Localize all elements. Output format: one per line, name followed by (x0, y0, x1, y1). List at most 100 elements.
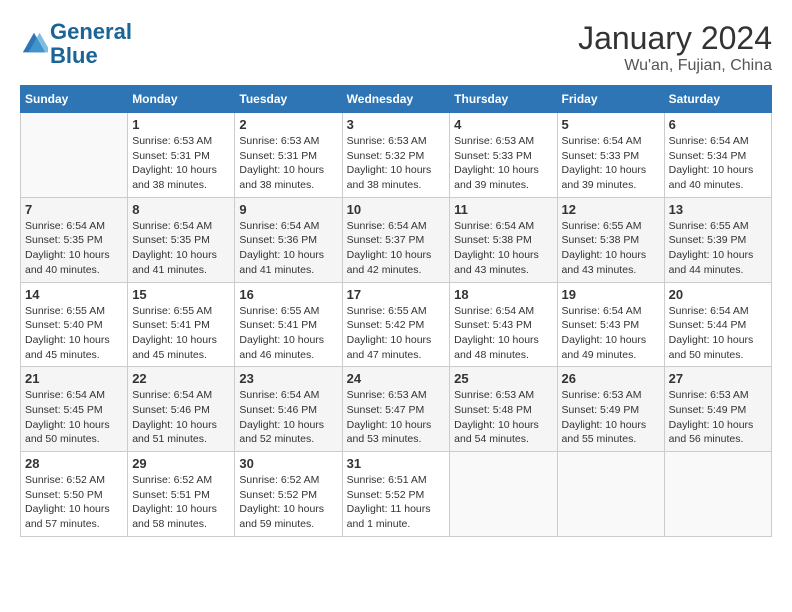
day-number: 27 (669, 371, 767, 386)
calendar-cell: 31 Sunrise: 6:51 AM Sunset: 5:52 PM Dayli… (342, 452, 450, 537)
calendar-cell: 30 Sunrise: 6:52 AM Sunset: 5:52 PM Dayli… (235, 452, 342, 537)
day-info: Sunrise: 6:55 AM Sunset: 5:41 PM Dayligh… (132, 304, 230, 363)
title-block: January 2024 Wu'an, Fujian, China (578, 20, 772, 75)
day-info: Sunrise: 6:53 AM Sunset: 5:48 PM Dayligh… (454, 388, 552, 447)
calendar-cell: 8 Sunrise: 6:54 AM Sunset: 5:35 PM Daylig… (128, 197, 235, 282)
col-header-thursday: Thursday (450, 86, 557, 113)
calendar-cell: 26 Sunrise: 6:53 AM Sunset: 5:49 PM Dayli… (557, 367, 664, 452)
day-info: Sunrise: 6:54 AM Sunset: 5:43 PM Dayligh… (562, 304, 660, 363)
calendar-cell: 19Sunrise: 6:54 AM Sunset: 5:43 PM Dayli… (557, 282, 664, 367)
day-number: 4 (454, 117, 552, 132)
day-number: 1 (132, 117, 230, 132)
day-number: 5 (562, 117, 660, 132)
calendar-cell: 14Sunrise: 6:55 AM Sunset: 5:40 PM Dayli… (21, 282, 128, 367)
day-number: 23 (239, 371, 337, 386)
calendar-cell: 23Sunrise: 6:54 AM Sunset: 5:46 PM Dayli… (235, 367, 342, 452)
logo-icon (20, 30, 48, 58)
day-info: Sunrise: 6:54 AM Sunset: 5:35 PM Dayligh… (132, 219, 230, 278)
day-number: 13 (669, 202, 767, 217)
logo-text: General Blue (50, 20, 132, 68)
day-number: 21 (25, 371, 123, 386)
calendar-week-3: 14Sunrise: 6:55 AM Sunset: 5:40 PM Dayli… (21, 282, 772, 367)
calendar-cell (21, 113, 128, 198)
calendar-cell: 5Sunrise: 6:54 AM Sunset: 5:33 PM Daylig… (557, 113, 664, 198)
calendar-cell: 10 Sunrise: 6:54 AM Sunset: 5:37 PM Dayli… (342, 197, 450, 282)
day-number: 18 (454, 287, 552, 302)
day-info: Sunrise: 6:54 AM Sunset: 5:37 PM Dayligh… (347, 219, 446, 278)
day-info: Sunrise: 6:51 AM Sunset: 5:52 PM Dayligh… (347, 473, 446, 532)
day-number: 26 (562, 371, 660, 386)
calendar-cell: 28 Sunrise: 6:52 AM Sunset: 5:50 PM Dayli… (21, 452, 128, 537)
month-year-title: January 2024 (578, 20, 772, 57)
day-info: Sunrise: 6:55 AM Sunset: 5:40 PM Dayligh… (25, 304, 123, 363)
calendar-cell: 13 Sunrise: 6:55 AM Sunset: 5:39 PM Dayli… (664, 197, 771, 282)
calendar-cell: 21 Sunrise: 6:54 AM Sunset: 5:45 PM Dayli… (21, 367, 128, 452)
day-info: Sunrise: 6:55 AM Sunset: 5:42 PM Dayligh… (347, 304, 446, 363)
day-number: 29 (132, 456, 230, 471)
calendar-cell: 20 Sunrise: 6:54 AM Sunset: 5:44 PM Dayli… (664, 282, 771, 367)
day-number: 28 (25, 456, 123, 471)
day-info: Sunrise: 6:53 AM Sunset: 5:32 PM Dayligh… (347, 134, 446, 193)
day-number: 6 (669, 117, 767, 132)
day-number: 31 (347, 456, 446, 471)
day-number: 11 (454, 202, 552, 217)
day-number: 20 (669, 287, 767, 302)
day-number: 3 (347, 117, 446, 132)
day-number: 17 (347, 287, 446, 302)
logo: General Blue (20, 20, 132, 68)
day-info: Sunrise: 6:54 AM Sunset: 5:34 PM Dayligh… (669, 134, 767, 193)
day-info: Sunrise: 6:53 AM Sunset: 5:49 PM Dayligh… (562, 388, 660, 447)
calendar-cell: 9 Sunrise: 6:54 AM Sunset: 5:36 PM Daylig… (235, 197, 342, 282)
col-header-wednesday: Wednesday (342, 86, 450, 113)
day-info: Sunrise: 6:55 AM Sunset: 5:39 PM Dayligh… (669, 219, 767, 278)
day-number: 15 (132, 287, 230, 302)
calendar-cell: 25Sunrise: 6:53 AM Sunset: 5:48 PM Dayli… (450, 367, 557, 452)
day-info: Sunrise: 6:53 AM Sunset: 5:47 PM Dayligh… (347, 388, 446, 447)
calendar-cell: 18 Sunrise: 6:54 AM Sunset: 5:43 PM Dayli… (450, 282, 557, 367)
day-info: Sunrise: 6:54 AM Sunset: 5:36 PM Dayligh… (239, 219, 337, 278)
calendar-cell: 17 Sunrise: 6:55 AM Sunset: 5:42 PM Dayli… (342, 282, 450, 367)
calendar-cell (664, 452, 771, 537)
calendar-cell: 6 Sunrise: 6:54 AM Sunset: 5:34 PM Daylig… (664, 113, 771, 198)
calendar-cell: 15 Sunrise: 6:55 AM Sunset: 5:41 PM Dayli… (128, 282, 235, 367)
day-info: Sunrise: 6:54 AM Sunset: 5:44 PM Dayligh… (669, 304, 767, 363)
calendar-week-2: 7 Sunrise: 6:54 AM Sunset: 5:35 PM Daylig… (21, 197, 772, 282)
day-number: 24 (347, 371, 446, 386)
calendar-week-4: 21 Sunrise: 6:54 AM Sunset: 5:45 PM Dayli… (21, 367, 772, 452)
day-info: Sunrise: 6:53 AM Sunset: 5:31 PM Dayligh… (239, 134, 337, 193)
calendar-cell: 3 Sunrise: 6:53 AM Sunset: 5:32 PM Daylig… (342, 113, 450, 198)
calendar-cell: 7 Sunrise: 6:54 AM Sunset: 5:35 PM Daylig… (21, 197, 128, 282)
calendar-cell (557, 452, 664, 537)
col-header-monday: Monday (128, 86, 235, 113)
calendar-cell: 1Sunrise: 6:53 AM Sunset: 5:31 PM Daylig… (128, 113, 235, 198)
calendar-cell: 22Sunrise: 6:54 AM Sunset: 5:46 PM Dayli… (128, 367, 235, 452)
calendar-cell: 12Sunrise: 6:55 AM Sunset: 5:38 PM Dayli… (557, 197, 664, 282)
day-info: Sunrise: 6:52 AM Sunset: 5:50 PM Dayligh… (25, 473, 123, 532)
day-info: Sunrise: 6:54 AM Sunset: 5:38 PM Dayligh… (454, 219, 552, 278)
day-number: 16 (239, 287, 337, 302)
day-number: 8 (132, 202, 230, 217)
col-header-sunday: Sunday (21, 86, 128, 113)
day-info: Sunrise: 6:54 AM Sunset: 5:43 PM Dayligh… (454, 304, 552, 363)
day-number: 30 (239, 456, 337, 471)
day-info: Sunrise: 6:54 AM Sunset: 5:35 PM Dayligh… (25, 219, 123, 278)
calendar-week-5: 28 Sunrise: 6:52 AM Sunset: 5:50 PM Dayli… (21, 452, 772, 537)
day-info: Sunrise: 6:54 AM Sunset: 5:45 PM Dayligh… (25, 388, 123, 447)
day-number: 7 (25, 202, 123, 217)
page-header: General Blue January 2024 Wu'an, Fujian,… (20, 20, 772, 75)
calendar-cell: 11 Sunrise: 6:54 AM Sunset: 5:38 PM Dayli… (450, 197, 557, 282)
day-info: Sunrise: 6:52 AM Sunset: 5:52 PM Dayligh… (239, 473, 337, 532)
day-info: Sunrise: 6:52 AM Sunset: 5:51 PM Dayligh… (132, 473, 230, 532)
day-number: 12 (562, 202, 660, 217)
day-info: Sunrise: 6:53 AM Sunset: 5:49 PM Dayligh… (669, 388, 767, 447)
calendar-cell (450, 452, 557, 537)
calendar-cell: 24 Sunrise: 6:53 AM Sunset: 5:47 PM Dayli… (342, 367, 450, 452)
day-info: Sunrise: 6:55 AM Sunset: 5:41 PM Dayligh… (239, 304, 337, 363)
col-header-tuesday: Tuesday (235, 86, 342, 113)
day-number: 10 (347, 202, 446, 217)
calendar-cell: 2 Sunrise: 6:53 AM Sunset: 5:31 PM Daylig… (235, 113, 342, 198)
calendar-table: SundayMondayTuesdayWednesdayThursdayFrid… (20, 85, 772, 537)
day-number: 2 (239, 117, 337, 132)
day-number: 9 (239, 202, 337, 217)
day-info: Sunrise: 6:54 AM Sunset: 5:46 PM Dayligh… (132, 388, 230, 447)
